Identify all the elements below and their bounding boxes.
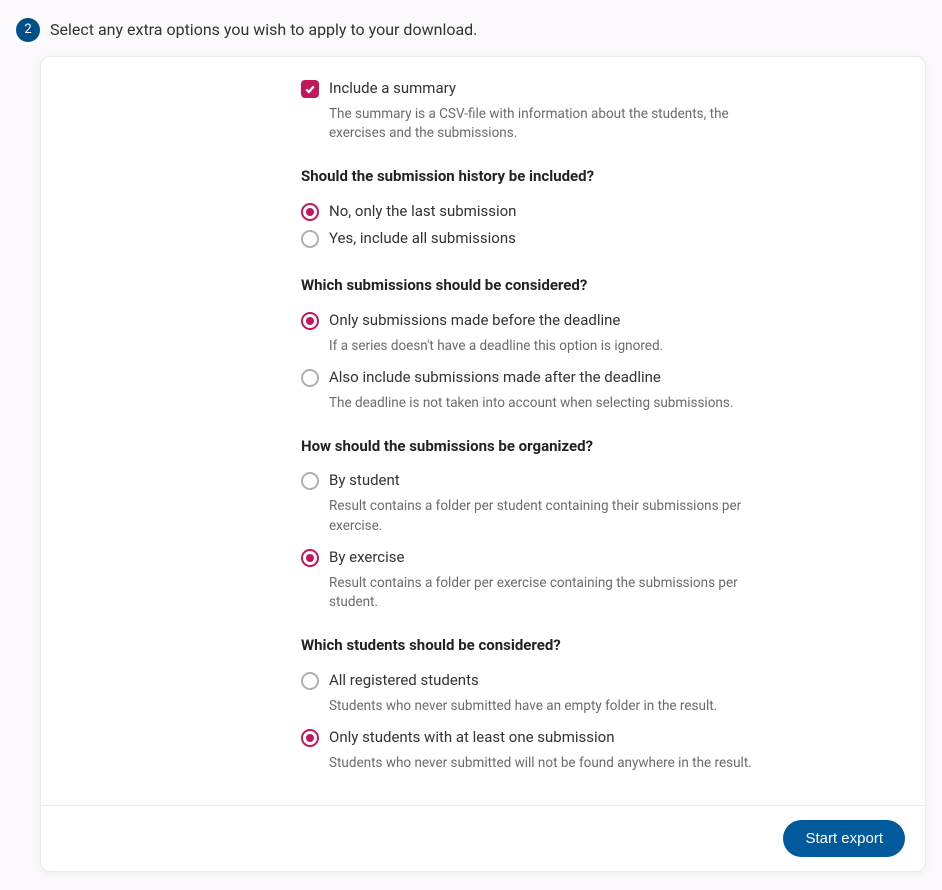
- radio-unselected-icon: [301, 369, 319, 387]
- history-last-only-radio[interactable]: No, only the last submission: [301, 198, 901, 226]
- include-summary-block: Include a summary The summary is a CSV-f…: [301, 75, 901, 144]
- include-summary-desc: The summary is a CSV-file with informati…: [329, 105, 759, 144]
- step-header: 2 Select any extra options you wish to a…: [16, 18, 926, 42]
- students-all-radio[interactable]: All registered students: [301, 667, 901, 695]
- history-heading: Should the submission history be include…: [301, 166, 901, 188]
- organized-heading: How should the submissions be organized?: [301, 436, 901, 458]
- history-all-label: Yes, include all submissions: [329, 228, 516, 250]
- organized-by-exercise-radio[interactable]: By exercise: [301, 544, 901, 572]
- considered-after-radio[interactable]: Also include submissions made after the …: [301, 364, 901, 392]
- step-title: Select any extra options you wish to app…: [50, 18, 477, 41]
- considered-after-desc: The deadline is not taken into account w…: [329, 394, 759, 414]
- considered-before-desc: If a series doesn't have a deadline this…: [329, 337, 759, 357]
- history-all-radio[interactable]: Yes, include all submissions: [301, 225, 901, 253]
- checkbox-checked-icon: [301, 80, 319, 98]
- students-all-desc: Students who never submitted have an emp…: [329, 697, 759, 717]
- organized-by-student-block: By student Result contains a folder per …: [301, 467, 901, 536]
- radio-selected-icon: [301, 729, 319, 747]
- students-at-least-one-label: Only students with at least one submissi…: [329, 727, 615, 749]
- students-all-block: All registered students Students who nev…: [301, 667, 901, 716]
- organized-by-student-label: By student: [329, 470, 400, 492]
- include-summary-label: Include a summary: [329, 78, 456, 100]
- include-summary-checkbox[interactable]: Include a summary: [301, 75, 901, 103]
- organized-by-exercise-desc: Result contains a folder per exercise co…: [329, 574, 759, 613]
- start-export-button[interactable]: Start export: [783, 820, 905, 857]
- radio-selected-icon: [301, 203, 319, 221]
- radio-unselected-icon: [301, 230, 319, 248]
- considered-before-radio[interactable]: Only submissions made before the deadlin…: [301, 307, 901, 335]
- students-at-least-one-radio[interactable]: Only students with at least one submissi…: [301, 724, 901, 752]
- considered-heading: Which submissions should be considered?: [301, 275, 901, 297]
- history-last-only-label: No, only the last submission: [329, 201, 516, 223]
- radio-unselected-icon: [301, 472, 319, 490]
- considered-before-label: Only submissions made before the deadlin…: [329, 310, 620, 332]
- students-all-label: All registered students: [329, 670, 479, 692]
- students-at-least-one-desc: Students who never submitted will not be…: [329, 754, 759, 774]
- card-footer: Start export: [41, 805, 925, 871]
- radio-selected-icon: [301, 312, 319, 330]
- step-number: 2: [24, 21, 31, 40]
- organized-by-exercise-label: By exercise: [329, 547, 405, 569]
- radio-unselected-icon: [301, 672, 319, 690]
- organized-by-exercise-block: By exercise Result contains a folder per…: [301, 544, 901, 613]
- organized-by-student-desc: Result contains a folder per student con…: [329, 497, 759, 536]
- step-badge: 2: [16, 18, 40, 42]
- radio-selected-icon: [301, 549, 319, 567]
- organized-by-student-radio[interactable]: By student: [301, 467, 901, 495]
- options-card: Include a summary The summary is a CSV-f…: [40, 56, 926, 872]
- considered-after-block: Also include submissions made after the …: [301, 364, 901, 413]
- considered-after-label: Also include submissions made after the …: [329, 367, 661, 389]
- students-at-least-one-block: Only students with at least one submissi…: [301, 724, 901, 773]
- students-heading: Which students should be considered?: [301, 635, 901, 657]
- card-body: Include a summary The summary is a CSV-f…: [41, 57, 925, 805]
- considered-before-block: Only submissions made before the deadlin…: [301, 307, 901, 356]
